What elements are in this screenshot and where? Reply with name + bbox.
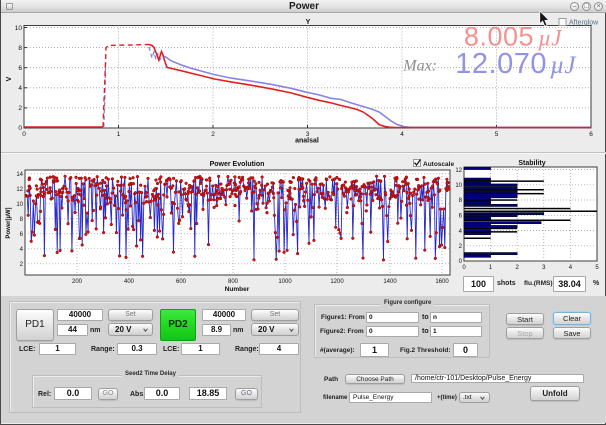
svg-text:12: 12 [456, 168, 463, 174]
svg-text:5: 5 [595, 265, 599, 271]
svg-text:4: 4 [20, 247, 24, 253]
svg-text:2: 2 [20, 262, 24, 268]
svg-text:1000: 1000 [278, 279, 292, 285]
svg-text:1: 1 [489, 265, 493, 271]
svg-text:Power[µW]: Power[µW] [6, 207, 12, 238]
svg-text:Stability: Stability [518, 160, 545, 167]
svg-text:200: 200 [72, 279, 83, 285]
svg-text:V: V [6, 76, 13, 81]
svg-text:4: 4 [459, 229, 463, 235]
svg-text:10: 10 [16, 202, 23, 208]
svg-text:1400: 1400 [383, 279, 397, 285]
svg-text:10: 10 [15, 25, 23, 32]
svg-text:12: 12 [16, 187, 23, 193]
svg-text:2: 2 [18, 105, 22, 112]
svg-text:8: 8 [20, 217, 24, 223]
svg-text:800: 800 [228, 279, 239, 285]
svg-text:Y: Y [306, 19, 311, 26]
svg-text:4: 4 [400, 131, 404, 138]
svg-text:Afterglow: Afterglow [569, 20, 599, 27]
svg-text:14: 14 [16, 172, 23, 178]
svg-text:1600: 1600 [435, 279, 449, 285]
svg-text:4: 4 [569, 265, 573, 271]
svg-text:10: 10 [456, 183, 463, 189]
svg-text:0: 0 [462, 265, 466, 271]
svg-text:6: 6 [18, 65, 22, 72]
svg-text:600: 600 [176, 279, 187, 285]
svg-text:2: 2 [211, 131, 215, 138]
svg-text:6: 6 [459, 214, 463, 220]
svg-text:Max:: Max: [402, 58, 437, 75]
svg-text:5: 5 [495, 131, 499, 138]
svg-text:8: 8 [459, 198, 463, 204]
svg-text:µJ: µJ [538, 26, 563, 51]
svg-text:Number: Number [225, 286, 250, 293]
svg-text:µJ: µJ [550, 52, 577, 79]
svg-text:Power Evolution: Power Evolution [210, 161, 265, 168]
svg-text:3: 3 [542, 265, 546, 271]
svg-text:0: 0 [22, 131, 26, 138]
svg-text:2: 2 [516, 265, 520, 271]
svg-text:12.070: 12.070 [455, 48, 547, 80]
svg-text:analsal: analsal [295, 138, 319, 145]
svg-text:1: 1 [117, 131, 121, 138]
svg-text:8.005: 8.005 [464, 22, 534, 52]
svg-text:8: 8 [18, 45, 22, 52]
svg-text:Autoscale: Autoscale [423, 161, 454, 168]
svg-text:2: 2 [459, 244, 463, 250]
svg-text:1200: 1200 [330, 279, 344, 285]
svg-text:4: 4 [18, 85, 22, 92]
svg-text:6: 6 [589, 131, 593, 138]
svg-text:6: 6 [20, 232, 24, 238]
svg-text:400: 400 [124, 279, 135, 285]
